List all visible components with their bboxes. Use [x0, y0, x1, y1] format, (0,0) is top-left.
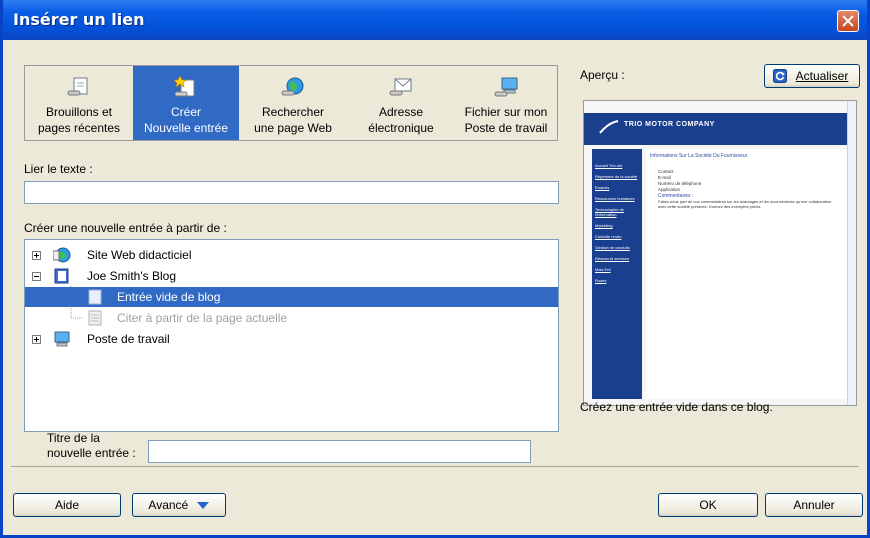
- globe-icon: [281, 77, 304, 96]
- preview-nav-item: Emplois: [595, 185, 610, 190]
- tool-drafts[interactable]: Brouillons et pages récentes: [25, 66, 133, 140]
- preview-nav-item: Répertoire de la société: [595, 174, 638, 179]
- preview-description: Créez une entrée vide dans ce blog.: [580, 400, 773, 414]
- tree-item-label: Entrée vide de blog: [117, 290, 221, 304]
- tool-local-file-label: Fichier sur mon Poste de travail: [464, 105, 548, 135]
- brand-swoosh-icon: [599, 120, 619, 134]
- help-button[interactable]: Aide: [13, 493, 121, 517]
- ok-button[interactable]: OK: [658, 493, 758, 517]
- close-button[interactable]: [837, 10, 859, 32]
- preview-page-nav: Accueil Trio.net Répertoire de la société…: [592, 149, 642, 399]
- tool-search-web-label: Rechercher une page Web: [254, 105, 332, 135]
- preview-label: Aperçu :: [580, 68, 625, 82]
- footer-separator: [11, 466, 859, 467]
- drafts-icon: [67, 77, 88, 96]
- refresh-label: Actualiser: [795, 69, 849, 83]
- dialog-title: Insérer un lien: [13, 10, 145, 29]
- preview-page-banner: TRIO MOTOR COMPANY: [584, 113, 854, 145]
- expand-icon[interactable]: [32, 251, 41, 260]
- link-text-label: Lier le texte :: [24, 162, 93, 176]
- tool-search-web[interactable]: Rechercher une page Web: [239, 66, 347, 140]
- title-bar[interactable]: Insérer un lien: [3, 0, 867, 40]
- computer-icon: [54, 331, 70, 347]
- preview-nav-item: Accueil Trio.net: [595, 163, 623, 168]
- cancel-button[interactable]: Annuler: [765, 493, 863, 517]
- preview-scrollbar[interactable]: [847, 101, 856, 405]
- collapse-icon[interactable]: [32, 272, 41, 281]
- preview-nav-item: Gestion de produits: [595, 245, 630, 250]
- preview-nav-item: Rosés: [595, 278, 607, 283]
- link-type-toolbar: Brouillons et pages récentes Créer Nouve…: [24, 65, 558, 141]
- preview-thumbnail: TRIO MOTOR COMPANY Accueil Trio.net Réper…: [583, 100, 857, 406]
- preview-nav-item: Ressources humaines: [595, 196, 635, 201]
- tool-new-entry-label: Créer Nouvelle entrée: [143, 105, 229, 135]
- preview-page-content: Informations Sur La Société Du Fournisse…: [646, 149, 852, 399]
- blank-entry-icon: [88, 289, 102, 305]
- tree-item-label: Citer à partir de la page actuelle: [117, 311, 288, 325]
- tree-item-blank-entry[interactable]: Entrée vide de blog: [25, 287, 558, 307]
- link-text-input[interactable]: [24, 181, 559, 204]
- new-entry-icon: [173, 76, 195, 97]
- dialog-body: Brouillons et pages récentes Créer Nouve…: [3, 40, 867, 535]
- expand-icon[interactable]: [32, 335, 41, 344]
- tool-local-file[interactable]: Fichier sur mon Poste de travail: [455, 66, 557, 140]
- tree-item-label: Poste de travail: [87, 332, 170, 346]
- dropdown-arrow-icon: [196, 502, 209, 509]
- preview-heading: Informations Sur La Société Du Fournisse…: [650, 153, 748, 159]
- tool-new-entry[interactable]: Créer Nouvelle entrée: [133, 66, 239, 140]
- preview-nav-item: Mais Ent: [595, 267, 611, 272]
- blog-icon: [54, 268, 69, 284]
- preview-nav-item: Technologies de l'information: [595, 207, 624, 217]
- entry-title-input[interactable]: [148, 440, 531, 463]
- tree-item-label: Joe Smith's Blog: [87, 269, 176, 283]
- tool-email[interactable]: Adresse électronique: [347, 66, 455, 140]
- quote-page-icon: [88, 310, 102, 326]
- tree-item-label: Site Web didacticiel: [87, 248, 192, 262]
- preview-comments-text: Faites nous part de vos commentaires sur…: [658, 199, 832, 209]
- refresh-icon: [773, 69, 787, 83]
- preview-brand: TRIO MOTOR COMPANY: [624, 121, 715, 128]
- preview-nav-item: Contrôle rendu: [595, 234, 622, 239]
- website-icon: [53, 247, 71, 263]
- create-from-label: Créer une nouvelle entrée à partir de :: [24, 221, 227, 235]
- envelope-icon: [389, 78, 412, 96]
- preview-nav-item: Réseau et services: [595, 256, 630, 261]
- entry-title-label: Titre de la nouvelle entrée :: [47, 431, 136, 460]
- source-tree[interactable]: Site Web didacticiel Joe Smith's Blog En…: [24, 239, 559, 432]
- preview-nav-item: Marketing: [595, 223, 613, 228]
- tool-drafts-label: Brouillons et pages récentes: [37, 105, 121, 135]
- dialog-window: Insérer un lien Brouillons et pages réce…: [0, 0, 870, 538]
- computer-icon: [494, 77, 518, 97]
- advanced-label: Avancé: [148, 498, 189, 512]
- advanced-button[interactable]: Avancé: [132, 493, 226, 517]
- refresh-button[interactable]: Actualiser: [764, 64, 860, 88]
- tool-email-label: Adresse électronique: [368, 105, 434, 135]
